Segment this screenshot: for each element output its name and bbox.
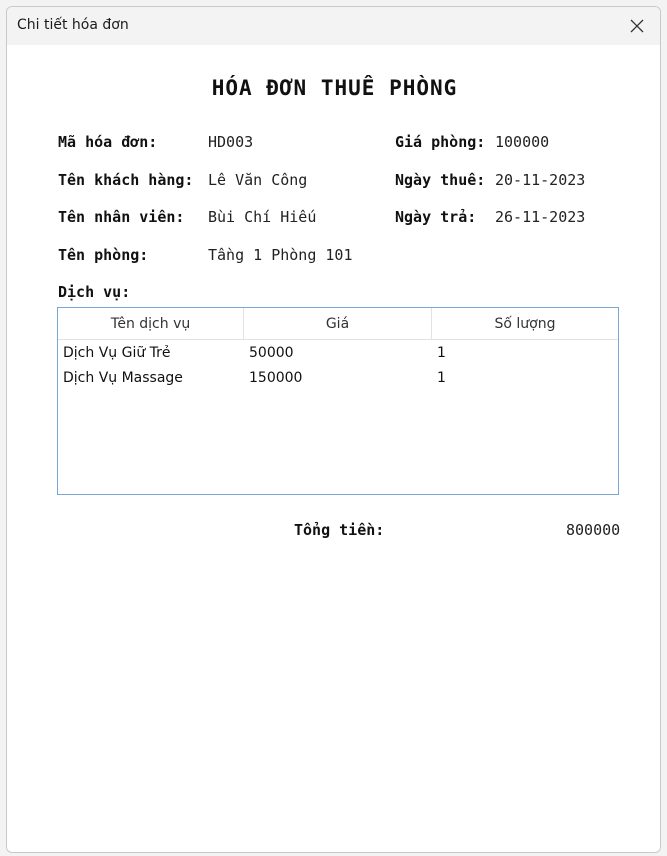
table-cell-quantity: 1 bbox=[437, 369, 446, 386]
table-cell-price: 150000 bbox=[249, 369, 303, 386]
table-cell-service-name: Dịch Vụ Giữ Trẻ bbox=[63, 344, 171, 361]
column-header-quantity[interactable]: Số lượng bbox=[432, 308, 618, 339]
table-row[interactable]: Dịch Vụ Giữ Trẻ 50000 1 bbox=[58, 340, 618, 365]
window-title: Chi tiết hóa đơn bbox=[17, 17, 129, 33]
staff-name-value: Bùi Chí Hiếu bbox=[208, 208, 317, 226]
title-bar: Chi tiết hóa đơn bbox=[7, 7, 660, 45]
table-row[interactable]: Dịch Vụ Massage 150000 1 bbox=[58, 365, 618, 390]
room-name-value: Tầng 1 Phòng 101 bbox=[208, 246, 353, 264]
services-table[interactable]: Tên dịch vụ Giá Số lượng Dịch Vụ Giữ Trẻ… bbox=[57, 307, 619, 495]
column-header-price[interactable]: Giá bbox=[244, 308, 432, 339]
staff-name-label: Tên nhân viên: bbox=[58, 208, 185, 226]
room-price-label: Giá phòng: bbox=[395, 133, 486, 151]
room-price-value: 100000 bbox=[495, 133, 550, 151]
services-label: Dịch vụ: bbox=[58, 283, 131, 301]
table-header: Tên dịch vụ Giá Số lượng bbox=[58, 308, 618, 340]
total-value: 800000 bbox=[566, 521, 621, 539]
customer-name-label: Tên khách hàng: bbox=[58, 171, 194, 189]
column-header-service-name[interactable]: Tên dịch vụ bbox=[58, 308, 244, 339]
checkin-date-label: Ngày thuê: bbox=[395, 171, 486, 189]
room-name-label: Tên phòng: bbox=[58, 246, 149, 264]
invoice-id-label: Mã hóa đơn: bbox=[58, 133, 158, 151]
invoice-id-value: HD003 bbox=[208, 133, 254, 151]
invoice-detail-window: Chi tiết hóa đơn HÓA ĐƠN THUÊ PHÒNG Mã h… bbox=[6, 6, 661, 853]
invoice-heading: HÓA ĐƠN THUÊ PHÒNG bbox=[211, 76, 458, 100]
checkin-date-value: 20-11-2023 bbox=[495, 171, 586, 189]
close-button[interactable] bbox=[614, 7, 660, 45]
close-icon bbox=[630, 19, 644, 33]
table-cell-quantity: 1 bbox=[437, 344, 446, 361]
checkout-date-label: Ngày trả: bbox=[395, 208, 477, 226]
checkout-date-value: 26-11-2023 bbox=[495, 208, 586, 226]
customer-name-value: Lê Văn Công bbox=[208, 171, 308, 189]
table-cell-service-name: Dịch Vụ Massage bbox=[63, 369, 183, 386]
table-cell-price: 50000 bbox=[249, 344, 294, 361]
total-label: Tổng tiền: bbox=[294, 521, 385, 539]
